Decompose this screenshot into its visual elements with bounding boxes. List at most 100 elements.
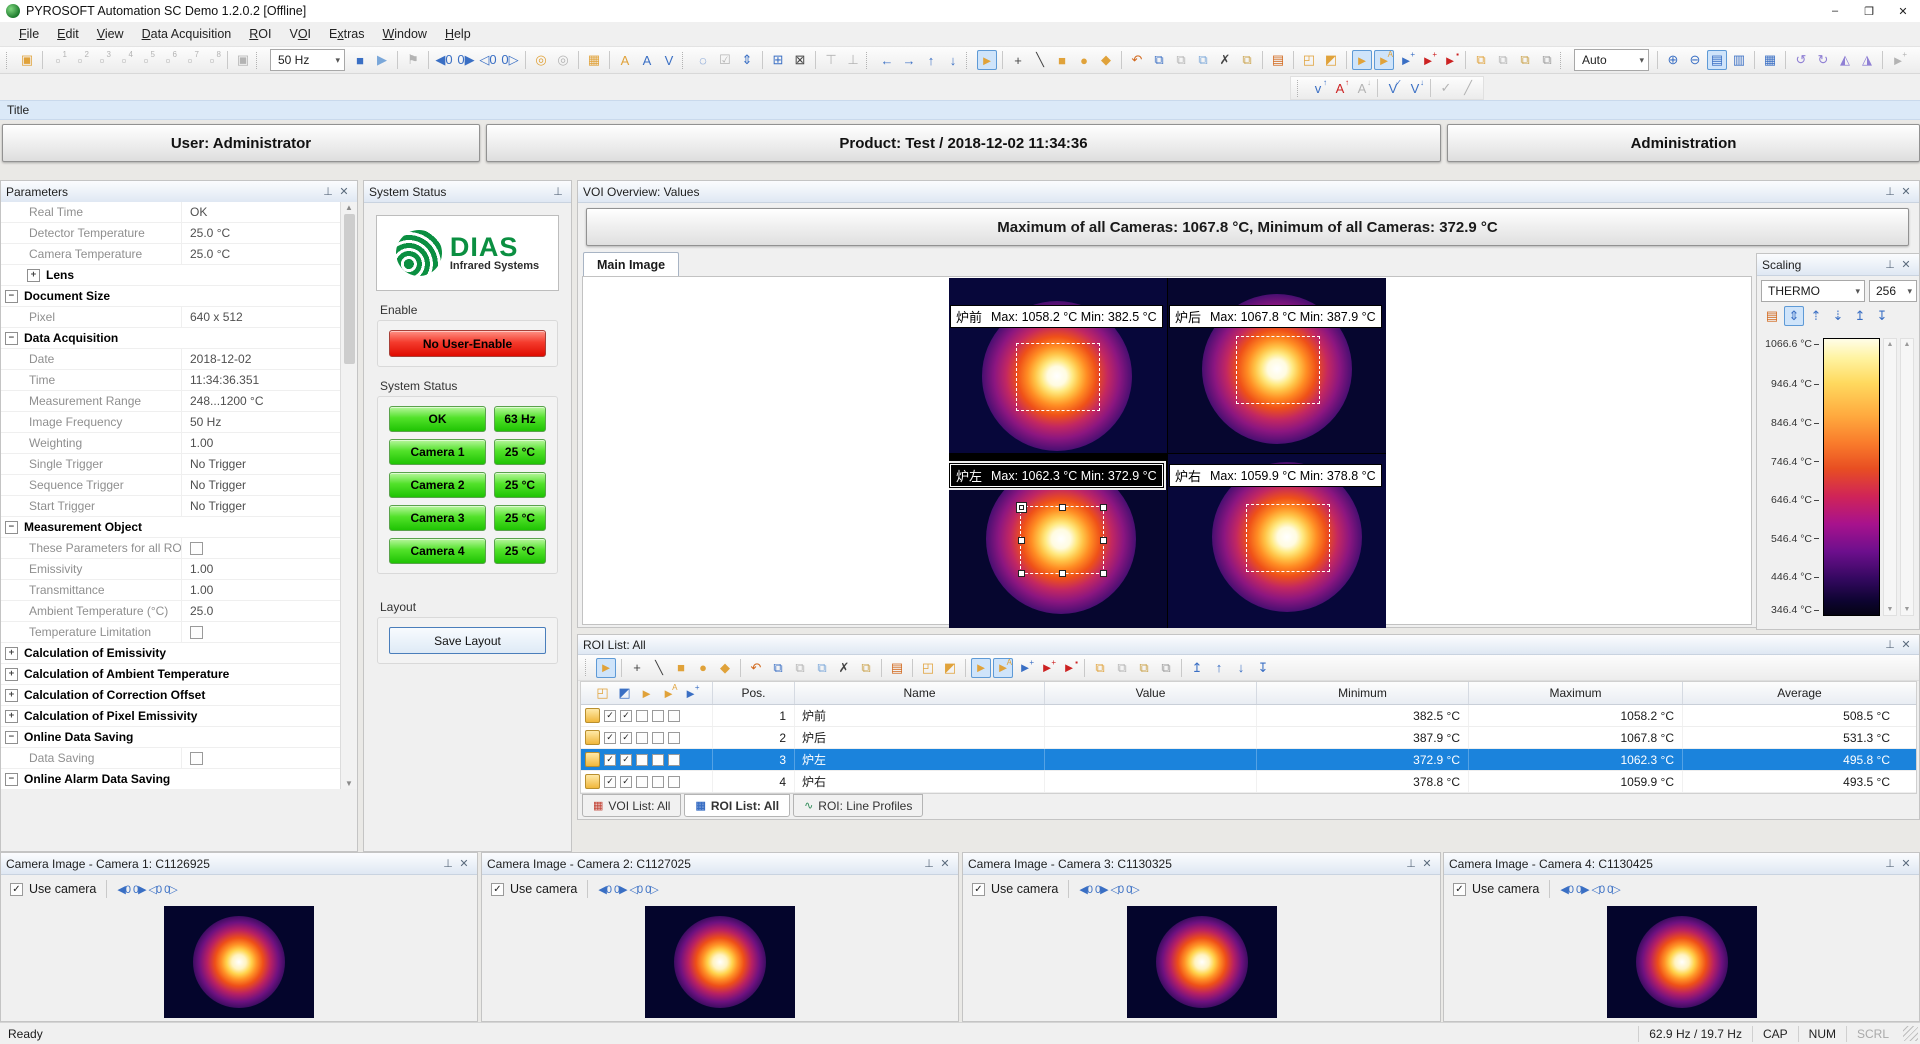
parameter-section[interactable]: −Measurement Object: [1, 517, 340, 538]
focus-far-icon[interactable]: 0▷: [645, 884, 658, 896]
status-value-button[interactable]: 25 °C: [494, 538, 546, 564]
parameter-checkbox[interactable]: [190, 542, 203, 555]
use-camera-checkbox[interactable]: ✓: [1453, 883, 1466, 896]
expander-icon[interactable]: −: [5, 290, 18, 303]
selection-handle[interactable]: [1059, 504, 1066, 511]
draw-line-icon[interactable]: ╲: [1030, 50, 1050, 70]
lens-tele-icon[interactable]: 0▶: [614, 884, 627, 896]
paste-icon[interactable]: ⧉: [1171, 50, 1191, 70]
parameter-row[interactable]: Single TriggerNo Trigger: [1, 454, 340, 475]
scale-max-slider[interactable]: ▲▼: [1883, 338, 1897, 616]
row-checkbox[interactable]: ✓: [604, 754, 616, 766]
no-user-enable-button[interactable]: No User-Enable: [389, 330, 546, 357]
column-average[interactable]: Average: [1683, 682, 1916, 704]
text-paste-a-icon[interactable]: A: [637, 50, 657, 70]
fit-page-icon[interactable]: ▤: [1707, 50, 1727, 70]
selection-handle[interactable]: [1018, 537, 1025, 544]
roi-label[interactable]: 炉左Max: 1062.3 °C Min: 372.9 °C: [950, 464, 1163, 487]
bring-forward-icon[interactable]: ⧉: [1515, 50, 1535, 70]
thermal-image[interactable]: 炉前Max: 1058.2 °C Min: 382.5 °C炉后Max: 106…: [949, 278, 1386, 628]
parameter-row[interactable]: Time11:34:36.351: [1, 370, 340, 391]
parameter-section[interactable]: −Online Alarm Data Saving: [1, 769, 340, 789]
edit-label-mode-icon[interactable]: ►A: [993, 658, 1013, 678]
scaling-compress-icon[interactable]: ↧: [1872, 306, 1892, 326]
product-button[interactable]: Product: Test / 2018-12-02 11:34:36: [486, 124, 1441, 162]
tab-main-image[interactable]: Main Image: [583, 252, 679, 277]
parameter-value[interactable]: OK: [182, 205, 207, 219]
draw-polygon-icon[interactable]: ◆: [715, 658, 735, 678]
close-icon[interactable]: ✕: [1419, 857, 1435, 870]
properties-icon[interactable]: ▤: [1268, 50, 1288, 70]
parameter-row[interactable]: Pixel640 x 512: [1, 307, 340, 328]
close-icon[interactable]: ✕: [336, 185, 352, 198]
scroll-up-icon[interactable]: ▲: [345, 203, 353, 212]
pin-icon[interactable]: ⊥: [1882, 857, 1898, 870]
zoom-out-icon[interactable]: ⊖: [1685, 50, 1705, 70]
expander-icon[interactable]: +: [5, 689, 18, 702]
delete-icon[interactable]: ✗: [834, 658, 854, 678]
focus-near-icon[interactable]: ◁0: [149, 884, 162, 896]
send-backward-icon[interactable]: ⧉: [1156, 658, 1176, 678]
tab-voi-list-all[interactable]: ▦VOI List: All: [582, 794, 681, 817]
bring-to-front-icon[interactable]: ⧉: [1090, 658, 1110, 678]
scroll-down-icon[interactable]: ▼: [345, 779, 353, 788]
close-icon[interactable]: ✕: [1898, 258, 1914, 271]
expander-icon[interactable]: −: [5, 773, 18, 786]
add-point-alarm-icon[interactable]: ►+: [1037, 658, 1057, 678]
layout-3-icon[interactable]: ▫3: [92, 50, 112, 70]
draw-ellipse-icon[interactable]: ●: [693, 658, 713, 678]
draw-rect-icon[interactable]: ■: [671, 658, 691, 678]
text-copy-a-icon[interactable]: A: [615, 50, 635, 70]
camera-thumbnail[interactable]: [1127, 906, 1277, 1018]
parameter-section[interactable]: −Online Data Saving: [1, 727, 340, 748]
parameters-scrollbar[interactable]: ▲ ▼: [340, 202, 357, 789]
parameter-value[interactable]: No Trigger: [182, 457, 246, 471]
voi-slash-icon[interactable]: ╱: [1458, 78, 1478, 98]
scrollbar-thumb[interactable]: [344, 214, 355, 364]
record-save-icon[interactable]: ◎: [531, 50, 551, 70]
parameter-row[interactable]: These Parameters for all ROIs: [1, 538, 340, 559]
flip-vertical-icon[interactable]: ◮: [1857, 50, 1877, 70]
parameter-section[interactable]: +Lens: [1, 265, 340, 286]
add-point-icon[interactable]: ►+: [1396, 50, 1416, 70]
scale-min-slider[interactable]: ▲▼: [1900, 338, 1914, 616]
layout-8-icon[interactable]: ▫8: [202, 50, 222, 70]
camera-thumbnail[interactable]: [645, 906, 795, 1018]
close-button[interactable]: ✕: [1886, 0, 1920, 22]
row-checkbox[interactable]: [668, 732, 680, 744]
lens-tele-icon[interactable]: 0▶: [1095, 884, 1108, 896]
parameter-section[interactable]: −Data Acquisition: [1, 328, 340, 349]
row-checkbox[interactable]: ✓: [620, 710, 632, 722]
parameter-section[interactable]: +Calculation of Pixel Emissivity: [1, 706, 340, 727]
menu-file[interactable]: File: [10, 27, 48, 41]
flip-horizontal-icon[interactable]: ◭: [1835, 50, 1855, 70]
fit-width-icon[interactable]: ▥: [1729, 50, 1749, 70]
edit-label-mode-icon[interactable]: ►A: [1374, 50, 1394, 70]
administration-button[interactable]: Administration: [1447, 124, 1920, 162]
focus-near-icon[interactable]: ◁0: [630, 884, 643, 896]
parameter-value[interactable]: 1.00: [182, 583, 213, 597]
import-roi-icon[interactable]: ◰: [918, 658, 938, 678]
snap-check-icon[interactable]: ☑: [715, 50, 735, 70]
selection-handle[interactable]: [1100, 537, 1107, 544]
row-checkbox[interactable]: ✓: [604, 776, 616, 788]
menu-data-acquisition[interactable]: Data Acquisition: [133, 27, 241, 41]
rotate-left-icon[interactable]: ↺: [1791, 50, 1811, 70]
selection-handle[interactable]: [1100, 504, 1107, 511]
sequence-save-icon[interactable]: ▦: [584, 50, 604, 70]
bring-forward-icon[interactable]: ⧉: [1134, 658, 1154, 678]
parameter-row[interactable]: Emissivity1.00: [1, 559, 340, 580]
import-roi-icon[interactable]: ◰: [1299, 50, 1319, 70]
parameter-value[interactable]: 50 Hz: [182, 415, 221, 429]
send-backward-icon[interactable]: ⧉: [1537, 50, 1557, 70]
row-checkbox[interactable]: [636, 710, 648, 722]
status-value-button[interactable]: 25 °C: [494, 505, 546, 531]
column-minimum[interactable]: Minimum: [1257, 682, 1469, 704]
roi-select-icon[interactable]: ►: [637, 683, 657, 703]
focus-near-icon[interactable]: ◁0: [1111, 884, 1124, 896]
close-icon[interactable]: ✕: [1898, 185, 1914, 198]
roi-add-icon[interactable]: ►+: [681, 683, 701, 703]
row-checkbox[interactable]: [636, 776, 648, 788]
column-name[interactable]: Name: [795, 682, 1045, 704]
pointer-zoom-icon[interactable]: ►+: [1888, 50, 1908, 70]
